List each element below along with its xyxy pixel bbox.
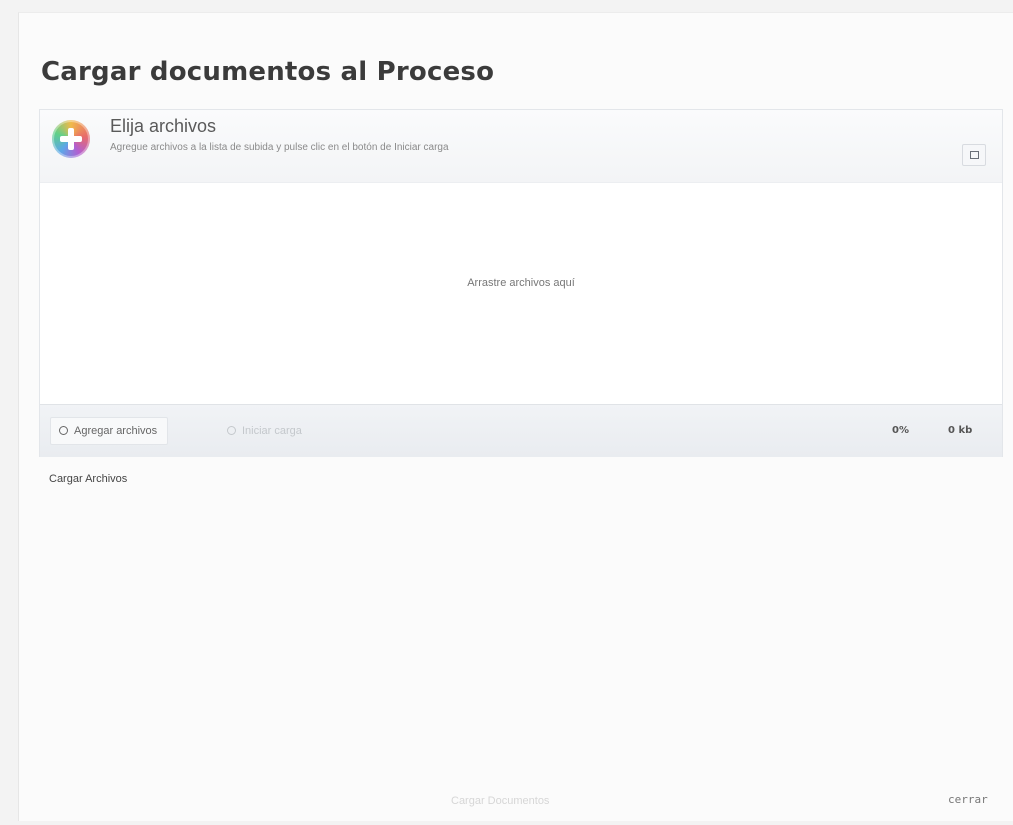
uploader-footer: Agregar archivos Iniciar carga 0% 0 kb (40, 404, 1002, 457)
page-title: Cargar documentos al Proceso (41, 57, 495, 87)
uploader-title: Elija archivos (110, 116, 217, 136)
drop-zone-text: Arrastre archivos aquí (467, 277, 575, 289)
start-upload-button[interactable]: Iniciar carga (218, 417, 313, 445)
uploader-subtitle: Agregue archivos a la lista de subida y … (110, 142, 449, 153)
add-files-button[interactable]: Agregar archivos (50, 417, 169, 445)
plus-bar-vertical (68, 128, 74, 150)
upload-files-label: Cargar Archivos (49, 473, 128, 485)
add-files-label: Agregar archivos (74, 425, 158, 437)
start-upload-label: Iniciar carga (242, 425, 302, 437)
add-circle-icon (59, 426, 68, 435)
upload-size: 0 kb (948, 425, 973, 436)
start-circle-icon (227, 426, 236, 435)
drop-zone[interactable]: Arrastre archivos aquí (40, 183, 1002, 403)
list-view-button[interactable] (962, 144, 986, 166)
list-view-icon (970, 151, 979, 159)
add-plus-icon (52, 120, 90, 158)
upload-percent: 0% (892, 425, 909, 436)
upload-documents-button[interactable]: Cargar Documentos (451, 795, 549, 807)
uploader-header: Elija archivos Agregue archivos a la lis… (40, 110, 1002, 183)
file-uploader: Elija archivos Agregue archivos a la lis… (39, 109, 1003, 457)
page-container: Cargar documentos al Proceso Elija archi… (18, 12, 1013, 821)
close-link[interactable]: cerrar (948, 793, 988, 806)
